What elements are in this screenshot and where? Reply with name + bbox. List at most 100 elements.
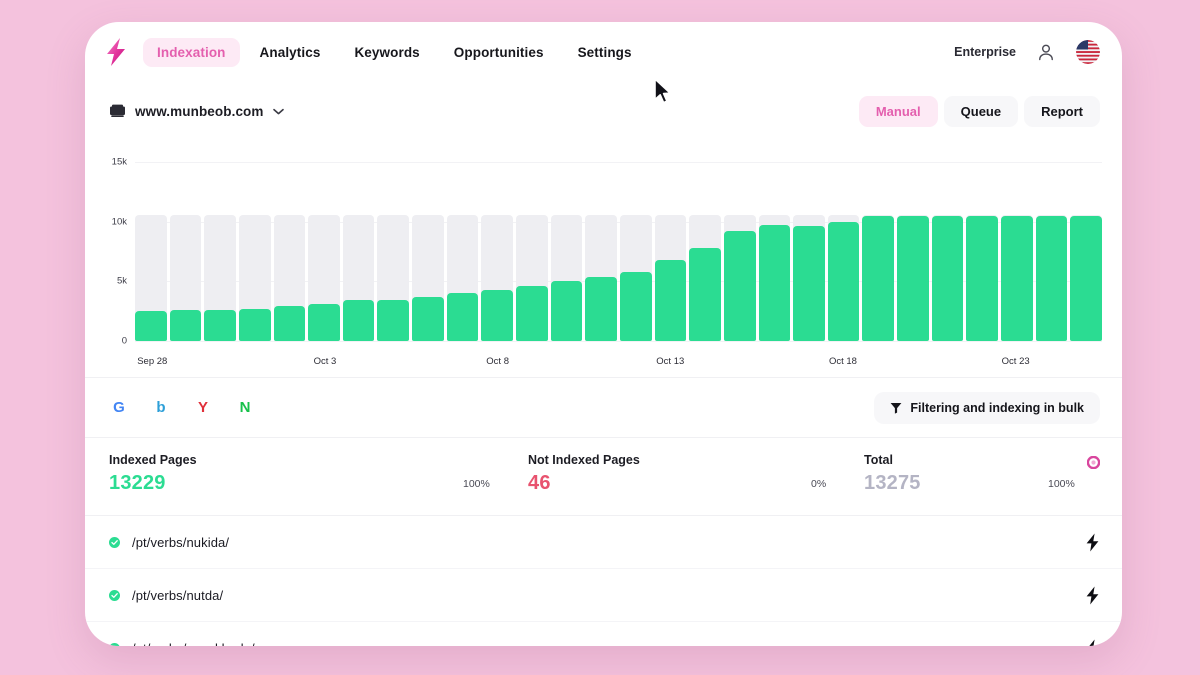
chart-bar-fill — [412, 296, 444, 341]
chart-bar[interactable] — [308, 162, 340, 341]
chart-bar[interactable] — [446, 162, 479, 341]
chart-bar-fill — [931, 215, 964, 341]
mode-button-report[interactable]: Report — [1024, 95, 1100, 127]
chart-bar[interactable] — [966, 162, 999, 341]
chart-bar[interactable] — [169, 162, 202, 341]
website-icon — [110, 104, 125, 117]
chart-bar[interactable] — [204, 162, 236, 341]
chart-bars — [135, 162, 1102, 341]
google-icon[interactable]: G — [109, 398, 129, 418]
site-name-label: www.munbeob.com — [135, 103, 264, 119]
search-engine-icons: G b Y N — [109, 398, 255, 418]
naver-icon[interactable]: N — [235, 398, 255, 418]
chart-x-tick-label: Sep 28 — [137, 356, 168, 367]
chart-bar[interactable] — [550, 162, 583, 341]
stat-value: 13229 — [109, 472, 166, 494]
chart-bar[interactable] — [1070, 162, 1102, 341]
chart-bar[interactable] — [1035, 162, 1068, 341]
tab-analytics[interactable]: Analytics — [246, 38, 335, 67]
stat-label: Indexed Pages — [109, 453, 197, 467]
chart-bar-fill — [1035, 215, 1068, 341]
bulk-filter-button[interactable]: Filtering and indexing in bulk — [874, 391, 1100, 424]
plan-badge[interactable]: Enterprise — [954, 45, 1016, 59]
url-path-label: /pt/verbs/nukida/ — [132, 534, 230, 550]
mode-button-queue[interactable]: Queue — [943, 95, 1019, 127]
chart-bar-fill — [135, 311, 167, 341]
chart-bar-fill — [446, 293, 479, 341]
chart-bar-fill — [273, 306, 306, 341]
mode-button-manual[interactable]: Manual — [858, 95, 938, 127]
url-path-label: /pt/verbs/nutda/ — [132, 587, 224, 603]
url-path-label: /pt/verbs/nosukhada/ — [132, 641, 255, 647]
tab-settings[interactable]: Settings — [564, 38, 646, 67]
chart-bar-fill — [585, 276, 617, 341]
filter-funnel-icon — [890, 402, 902, 414]
chart-bar[interactable] — [654, 162, 687, 341]
stat-value: 13275 — [864, 472, 921, 494]
chart-bar[interactable] — [793, 162, 825, 341]
header-actions: Enterprise — [954, 40, 1100, 64]
bolt-icon[interactable] — [1085, 639, 1100, 647]
stat-label: Not Indexed Pages — [528, 453, 640, 467]
chart-bar[interactable] — [412, 162, 444, 341]
url-list-item[interactable]: /pt/verbs/nukida/ — [85, 516, 1122, 569]
chart-y-tick-label: 10k — [111, 216, 127, 228]
chart-bar[interactable] — [135, 162, 167, 341]
chart-bar[interactable] — [897, 162, 929, 341]
donut-progress-icon — [1087, 456, 1100, 469]
indexation-chart: 0 5k 10k 15k Sep 28 Oct 3 Oct 8 Oct 13 Oct 18 Oc… — [85, 148, 1122, 378]
stat-total: Total 13275 — [864, 453, 921, 495]
chart-bar[interactable] — [723, 162, 756, 341]
chart-bar-fill — [1070, 215, 1102, 341]
chart-bar[interactable] — [931, 162, 964, 341]
chart-bar-fill — [862, 215, 895, 341]
chart-plot-area: 0 5k 10k 15k — [112, 157, 1102, 347]
user-icon[interactable] — [1036, 42, 1056, 62]
url-list-item[interactable]: /pt/verbs/nutda/ — [85, 569, 1122, 622]
search-engine-row: G b Y N Filtering and indexing in bulk — [85, 378, 1122, 438]
chart-bar[interactable] — [689, 162, 721, 341]
bing-icon[interactable]: b — [151, 398, 171, 418]
chevron-down-icon[interactable] — [272, 108, 284, 115]
chart-bar-fill — [619, 271, 652, 341]
chart-bar[interactable] — [377, 162, 410, 341]
chart-y-tick-label: 15k — [111, 156, 127, 168]
app-header: Indexation Analytics Keywords Opportunit… — [85, 22, 1122, 82]
tab-keywords[interactable]: Keywords — [340, 38, 433, 67]
chart-bar[interactable] — [1001, 162, 1033, 341]
chart-bar[interactable] — [273, 162, 306, 341]
stats-summary: Indexed Pages 13229 100% Not Indexed Pag… — [85, 438, 1122, 516]
chart-bar-fill — [827, 221, 860, 341]
site-toolbar: www.munbeob.com Manual Queue Report — [85, 82, 1122, 140]
chart-bar[interactable] — [827, 162, 860, 341]
stat-percent-indexed: 100% — [463, 478, 490, 490]
chart-x-tick-label: Oct 3 — [313, 356, 337, 367]
yandex-icon[interactable]: Y — [193, 398, 213, 418]
chart-bar[interactable] — [862, 162, 895, 341]
url-list-item[interactable]: /pt/verbs/nosukhada/ — [85, 622, 1122, 646]
chart-bar-fill — [1001, 215, 1033, 341]
site-selector[interactable]: www.munbeob.com — [109, 104, 284, 119]
bolt-icon[interactable] — [1085, 533, 1100, 552]
chart-bar-fill — [897, 215, 929, 341]
us-flag-icon[interactable] — [1076, 40, 1100, 64]
chart-bar[interactable] — [238, 162, 271, 341]
tab-opportunities[interactable]: Opportunities — [440, 38, 558, 67]
chart-bar[interactable] — [758, 162, 791, 341]
view-mode-group: Manual Queue Report — [858, 95, 1100, 127]
stat-percent-not-indexed: 0% — [811, 478, 827, 490]
chart-x-tick-label: Oct 8 — [486, 356, 509, 367]
chart-bar-fill — [308, 304, 340, 341]
chart-bar[interactable] — [481, 162, 514, 341]
chart-bar-fill — [342, 300, 375, 341]
chart-bar[interactable] — [619, 162, 652, 341]
chart-y-tick-label: 5k — [116, 275, 127, 287]
chart-bar-fill — [689, 247, 721, 341]
chart-x-axis: Sep 28 Oct 3 Oct 8 Oct 13 Oct 18 Oct 23 — [135, 353, 1102, 367]
chart-bar[interactable] — [342, 162, 375, 341]
chart-bar[interactable] — [585, 162, 617, 341]
chart-bar[interactable] — [516, 162, 548, 341]
lightning-bolt-logo-icon[interactable] — [103, 37, 129, 67]
bolt-icon[interactable] — [1085, 586, 1100, 605]
tab-indexation[interactable]: Indexation — [143, 37, 240, 67]
